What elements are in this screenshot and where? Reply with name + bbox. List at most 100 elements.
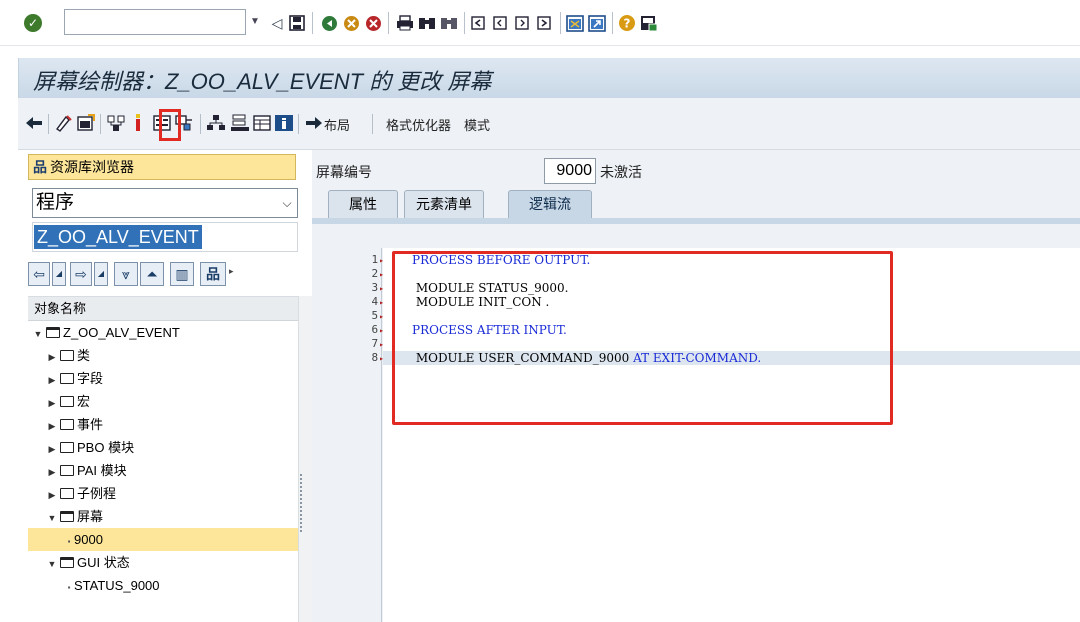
system-toolbar: ✓ ▼ ◁ ? (0, 0, 1080, 46)
toolbar-separator (612, 12, 613, 34)
tree-item-screens[interactable]: ▼ 屏幕 (28, 505, 298, 528)
leaf-bullet-icon: ▪ (67, 583, 71, 592)
prev-page-icon[interactable] (492, 13, 510, 33)
expanded-triangle-icon[interactable]: ▼ (46, 553, 58, 576)
object-list-icon[interactable] (106, 112, 126, 134)
nav-back-icon[interactable]: ⇦ (28, 262, 50, 286)
folder-icon (60, 465, 74, 476)
tree-item-events[interactable]: ▶ 事件 (28, 413, 298, 436)
command-field[interactable] (64, 9, 246, 35)
collapsed-triangle-icon[interactable]: ▶ (46, 369, 58, 392)
exit-icon[interactable] (342, 13, 360, 33)
tree-item-status-9000[interactable]: ▪ STATUS_9000 (28, 574, 298, 597)
collapsed-triangle-icon[interactable]: ▶ (46, 438, 58, 461)
find-in-tree-icon[interactable]: ▥ (170, 262, 194, 286)
tree-item-label: 宏 (77, 394, 91, 409)
hierarchy-icon[interactable] (206, 112, 226, 134)
toolbar-separator (312, 12, 313, 34)
line-number: 6▸ (354, 323, 384, 337)
new-session-icon[interactable] (566, 13, 584, 33)
collapse-up-icon[interactable]: ⩔ (114, 262, 138, 286)
object-name-value: Z_OO_ALV_EVENT (34, 225, 202, 249)
collapsed-triangle-icon[interactable]: ▶ (46, 415, 58, 438)
repository-browser-button[interactable]: 品资源库浏览器 (28, 154, 296, 180)
collapsed-triangle-icon[interactable]: ▶ (46, 484, 58, 507)
save-icon[interactable] (288, 13, 306, 33)
chevron-down-icon[interactable]: ▼ (246, 9, 264, 35)
collapsed-triangle-icon[interactable]: ▶ (46, 392, 58, 415)
tree-hierarchy-icon[interactable]: 品 (200, 262, 226, 286)
tab-element-list[interactable]: 元素清单 (404, 190, 484, 218)
mode-button[interactable]: 模式 (464, 115, 490, 134)
tree-item-label: 类 (77, 348, 91, 363)
tree-item-screen-9000[interactable]: ▪ 9000 (28, 528, 298, 551)
tree-item-label: GUI 状态 (77, 555, 130, 570)
back-navigation-icon[interactable] (24, 112, 44, 134)
object-type-select[interactable]: 程序 ⌵ (32, 188, 298, 218)
shortcut-icon[interactable] (588, 13, 606, 33)
line-number: 5▸ (354, 309, 384, 323)
tree-item-label: Z_OO_ALV_EVENT (63, 325, 180, 340)
panel-splitter[interactable] (298, 296, 312, 622)
nav-forward-icon[interactable]: ⇨ (70, 262, 92, 286)
first-page-icon[interactable] (470, 13, 488, 33)
help-icon[interactable]: ? (618, 13, 636, 33)
screen-status-text: 未激活 (600, 164, 642, 180)
customize-layout-icon[interactable] (640, 13, 658, 33)
find-next-icon[interactable] (440, 13, 458, 33)
line-number: 2▸ (354, 267, 384, 281)
last-page-icon[interactable] (536, 13, 554, 33)
info-icon[interactable] (274, 112, 294, 134)
tree-item-classes[interactable]: ▶ 类 (28, 344, 298, 367)
splitter-grip[interactable] (300, 474, 308, 532)
tree-item-program[interactable]: ▼ Z_OO_ALV_EVENT (28, 321, 298, 344)
line-number: 1▸ (354, 253, 384, 267)
folder-icon (60, 396, 74, 407)
tab-attributes[interactable]: 属性 (328, 190, 398, 218)
more-caret-icon[interactable]: ▸ (229, 266, 234, 277)
cancel-icon[interactable] (364, 13, 382, 33)
collapsed-triangle-icon[interactable]: ▶ (46, 346, 58, 369)
where-used-icon[interactable] (128, 112, 148, 134)
dictionary-fields-icon[interactable] (230, 112, 250, 134)
chevron-down-icon[interactable]: ⌵ (279, 189, 295, 217)
tree-item-fields[interactable]: ▶ 字段 (28, 367, 298, 390)
tree-item-pai-modules[interactable]: ▶ PAI 模块 (28, 459, 298, 482)
screen-number-field[interactable]: 9000 (544, 158, 596, 184)
expand-up-icon[interactable]: ⏶ (140, 262, 164, 286)
nav-forward-dropdown-icon[interactable]: ◢ (94, 262, 108, 286)
find-icon[interactable] (418, 13, 436, 33)
collapsed-triangle-icon[interactable]: ▶ (46, 461, 58, 484)
tree-item-label: 9000 (74, 532, 103, 547)
folder-icon (60, 442, 74, 453)
tree-item-macros[interactable]: ▶ 宏 (28, 390, 298, 413)
tab-flow-logic[interactable]: 逻辑流 (508, 190, 592, 218)
grid-icon[interactable] (252, 112, 272, 134)
layout-button[interactable]: 布局 (324, 115, 350, 134)
expanded-triangle-icon[interactable]: ▼ (46, 507, 58, 530)
next-page-icon[interactable] (514, 13, 532, 33)
tree-item-subroutines[interactable]: ▶ 子例程 (28, 482, 298, 505)
activate-icon[interactable] (76, 112, 96, 134)
tree-item-label: STATUS_9000 (74, 578, 160, 593)
back-arrow-icon[interactable]: ◁ (268, 13, 286, 33)
nav-back-dropdown-icon[interactable]: ◢ (52, 262, 66, 286)
folder-icon (60, 488, 74, 499)
back-icon[interactable] (320, 13, 338, 33)
ok-check-icon[interactable]: ✓ (24, 14, 42, 32)
expanded-triangle-icon[interactable]: ▼ (32, 323, 44, 346)
format-optimizer-button[interactable]: 格式优化器 (386, 115, 451, 134)
hierarchy-icon: 品 (33, 159, 47, 175)
line-number-value: 8 (371, 351, 379, 364)
display-change-icon[interactable] (54, 112, 74, 134)
tree-item-gui-status[interactable]: ▼ GUI 状态 (28, 551, 298, 574)
tree-item-label: 屏幕 (77, 509, 104, 524)
object-name-field[interactable]: Z_OO_ALV_EVENT (32, 222, 298, 252)
tree-item-label: PAI 模块 (77, 463, 127, 478)
layout-arrow-icon[interactable] (304, 112, 324, 134)
tree-item-pbo-modules[interactable]: ▶ PBO 模块 (28, 436, 298, 459)
line-number-value: 5 (371, 309, 379, 322)
line-number: 3▸ (354, 281, 384, 295)
print-icon[interactable] (396, 13, 414, 33)
toolbar-separator (48, 114, 49, 134)
